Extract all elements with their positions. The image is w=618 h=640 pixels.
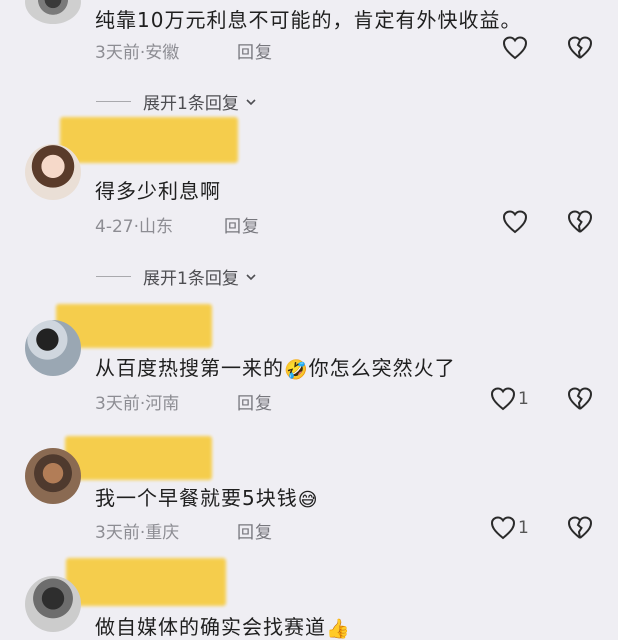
expand-replies-button[interactable]: 展开1条回复 bbox=[96, 89, 257, 114]
comment-meta: 4-27·山东 bbox=[95, 217, 173, 237]
redacted-username bbox=[66, 558, 226, 606]
comment-time: 3天前 bbox=[95, 523, 140, 543]
comment-location: 重庆 bbox=[145, 523, 180, 543]
sweat-smile-emoji: 😅 bbox=[297, 488, 319, 511]
heart-icon[interactable] bbox=[489, 385, 517, 413]
heart-icon[interactable] bbox=[501, 34, 529, 62]
divider bbox=[96, 276, 131, 277]
comment-meta: 3天前·安徽 bbox=[95, 43, 180, 63]
heart-icon[interactable] bbox=[501, 208, 529, 236]
commenter-avatar[interactable] bbox=[25, 448, 81, 504]
comment-location: 山东 bbox=[139, 217, 173, 237]
divider bbox=[96, 101, 131, 102]
chevron-down-icon bbox=[246, 273, 256, 280]
commenter-avatar[interactable] bbox=[25, 320, 81, 376]
chevron-down-icon bbox=[246, 98, 256, 105]
redacted-username bbox=[65, 436, 212, 480]
comment-time: 3天前 bbox=[95, 43, 140, 63]
commenter-avatar[interactable] bbox=[25, 0, 81, 24]
commenter-avatar[interactable] bbox=[25, 576, 81, 632]
broken-heart-icon[interactable] bbox=[566, 514, 594, 542]
comment-time: 3天前 bbox=[95, 394, 140, 414]
comment-time: 4-27 bbox=[95, 217, 134, 237]
comment-location: 安徽 bbox=[145, 43, 180, 63]
broken-heart-icon[interactable] bbox=[566, 34, 594, 62]
broken-heart-icon[interactable] bbox=[566, 385, 594, 413]
heart-icon[interactable] bbox=[489, 514, 517, 542]
reply-button[interactable]: 回复 bbox=[237, 518, 273, 543]
broken-heart-icon[interactable] bbox=[566, 208, 594, 236]
like-count: 1 bbox=[518, 389, 529, 409]
reply-button[interactable]: 回复 bbox=[224, 212, 260, 237]
rofl-emoji: 🤣 bbox=[284, 359, 309, 381]
comment-location: 河南 bbox=[145, 394, 180, 414]
comment-text: 从百度热搜第一来的🤣你怎么突然火了 bbox=[95, 356, 456, 381]
like-count: 1 bbox=[518, 518, 529, 538]
expand-replies-button[interactable]: 展开1条回复 bbox=[96, 264, 257, 289]
comment-meta: 3天前·重庆 bbox=[95, 523, 180, 543]
thumbs-up-emoji: 👍 bbox=[326, 618, 351, 640]
reply-button[interactable]: 回复 bbox=[237, 38, 273, 63]
redacted-username bbox=[60, 117, 238, 163]
comment-text: 纯靠10万元利息不可能的，肯定有外快收益。 bbox=[95, 8, 522, 32]
comment-text: 得多少利息啊 bbox=[95, 179, 221, 203]
comment-text: 做自媒体的确实会找赛道👍 bbox=[95, 615, 351, 640]
comment-meta: 3天前·河南 bbox=[95, 394, 180, 414]
commenter-avatar[interactable] bbox=[25, 144, 81, 200]
comment-text: 我一个早餐就要5块钱😅 bbox=[95, 486, 319, 511]
reply-button[interactable]: 回复 bbox=[237, 389, 273, 414]
